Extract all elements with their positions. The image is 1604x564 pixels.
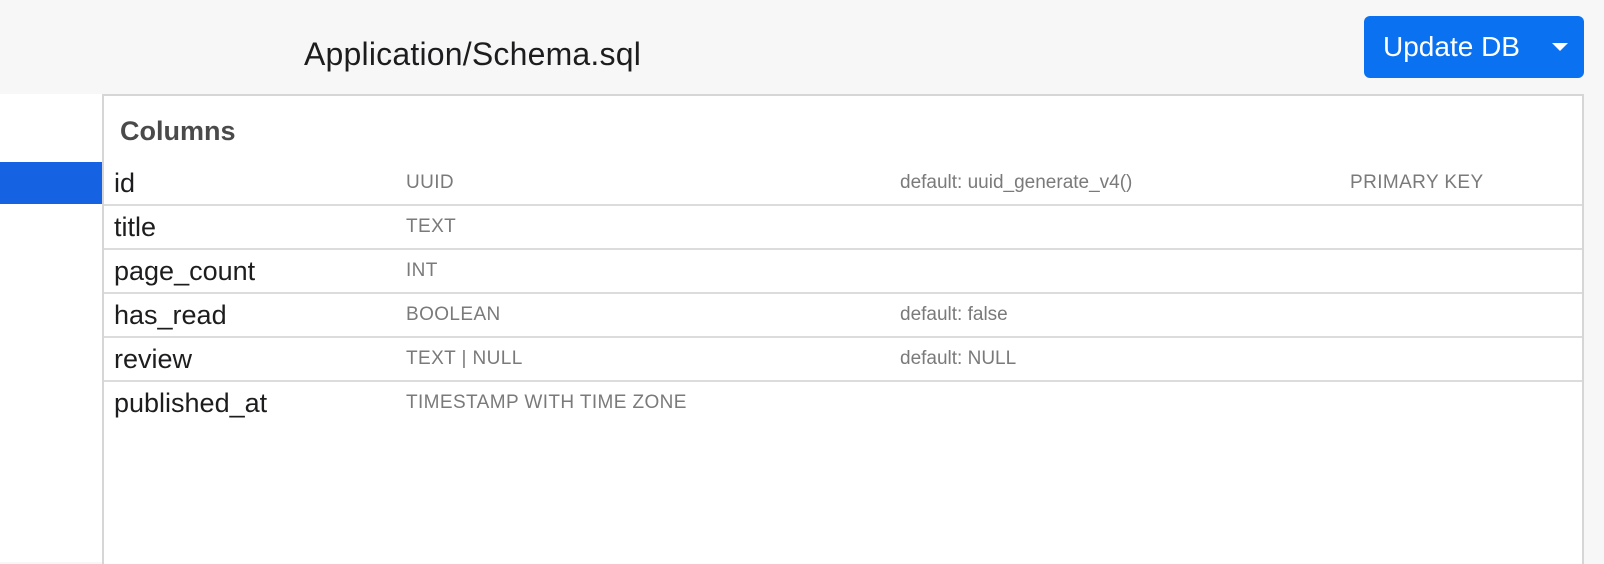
columns-list: id UUID default: uuid_generate_v4() PRIM… [104, 162, 1582, 426]
sidebar-selected-item[interactable] [0, 162, 102, 204]
column-type: INT [406, 260, 438, 281]
chevron-down-icon[interactable] [1536, 16, 1584, 78]
toolbar: Application/Schema.sql Update DB [0, 0, 1604, 94]
columns-panel: Columns id UUID default: uuid_generate_v… [102, 94, 1584, 564]
file-title: Application/Schema.sql [304, 36, 642, 72]
column-row-published-at[interactable]: published_at TIMESTAMP WITH TIME ZONE [104, 382, 1582, 426]
column-row-id[interactable]: id UUID default: uuid_generate_v4() PRIM… [104, 162, 1582, 206]
table-sidebar [0, 94, 102, 562]
columns-section-title: Columns [120, 116, 236, 146]
column-row-has-read[interactable]: has_read BOOLEAN default: false [104, 294, 1582, 338]
column-type: BOOLEAN [406, 304, 501, 325]
column-name: published_at [114, 388, 268, 418]
column-name: page_count [114, 256, 256, 286]
column-constraint: PRIMARY KEY [1350, 172, 1484, 193]
column-type: TEXT | NULL [406, 348, 523, 369]
column-name: has_read [114, 300, 227, 330]
update-db-label[interactable]: Update DB [1364, 31, 1536, 63]
column-name: id [114, 168, 136, 198]
update-db-button[interactable]: Update DB [1364, 16, 1584, 78]
column-name: review [114, 344, 193, 374]
column-default: default: uuid_generate_v4() [900, 172, 1133, 193]
column-default: default: false [900, 304, 1008, 325]
column-type: TIMESTAMP WITH TIME ZONE [406, 392, 687, 413]
column-type: TEXT [406, 216, 457, 237]
column-row-title[interactable]: title TEXT [104, 206, 1582, 250]
column-row-review[interactable]: review TEXT | NULL default: NULL [104, 338, 1582, 382]
column-name: title [114, 212, 157, 242]
column-default: default: NULL [900, 348, 1017, 369]
column-type: UUID [406, 172, 455, 193]
column-row-page-count[interactable]: page_count INT [104, 250, 1582, 294]
